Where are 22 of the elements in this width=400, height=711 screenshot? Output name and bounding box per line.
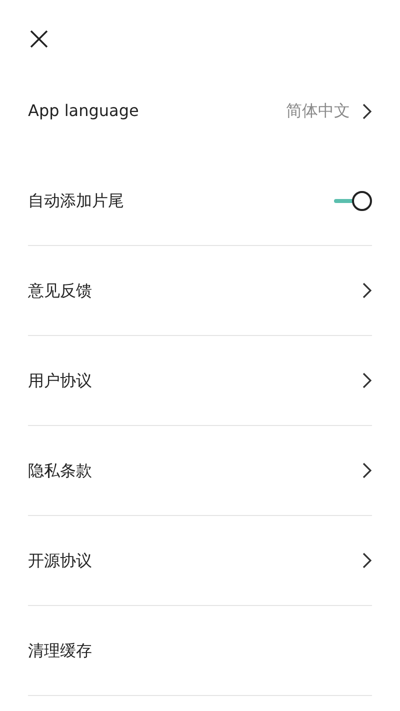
row-label: 用户协议 xyxy=(28,370,92,392)
chevron-icon xyxy=(362,462,372,479)
chevron-icon xyxy=(362,102,372,120)
settings-row[interactable]: App language 简体中文 xyxy=(28,66,372,156)
settings-row[interactable]: 意见反馈 xyxy=(28,246,372,336)
chevron-icon xyxy=(362,282,372,299)
language-value: 简体中文 xyxy=(286,100,350,122)
row-label: 意见反馈 xyxy=(28,280,92,302)
settings-row[interactable]: 用户协议 xyxy=(28,336,372,426)
toggle-switch[interactable] xyxy=(334,190,372,212)
settings-row[interactable]: 自动添加片尾 xyxy=(28,156,372,246)
row-label: App language xyxy=(28,100,139,122)
settings-row[interactable]: 隐私条款 xyxy=(28,426,372,516)
settings-row[interactable]: 开源协议 xyxy=(28,516,372,606)
settings-row[interactable]: 清理缓存 xyxy=(28,606,372,696)
chevron-icon xyxy=(362,372,372,389)
row-label: 自动添加片尾 xyxy=(28,190,124,212)
row-label: 隐私条款 xyxy=(28,460,92,482)
chevron-icon xyxy=(362,552,372,569)
row-label: 开源协议 xyxy=(28,550,92,572)
close-button[interactable] xyxy=(29,29,49,49)
row-label: 清理缓存 xyxy=(28,640,92,662)
